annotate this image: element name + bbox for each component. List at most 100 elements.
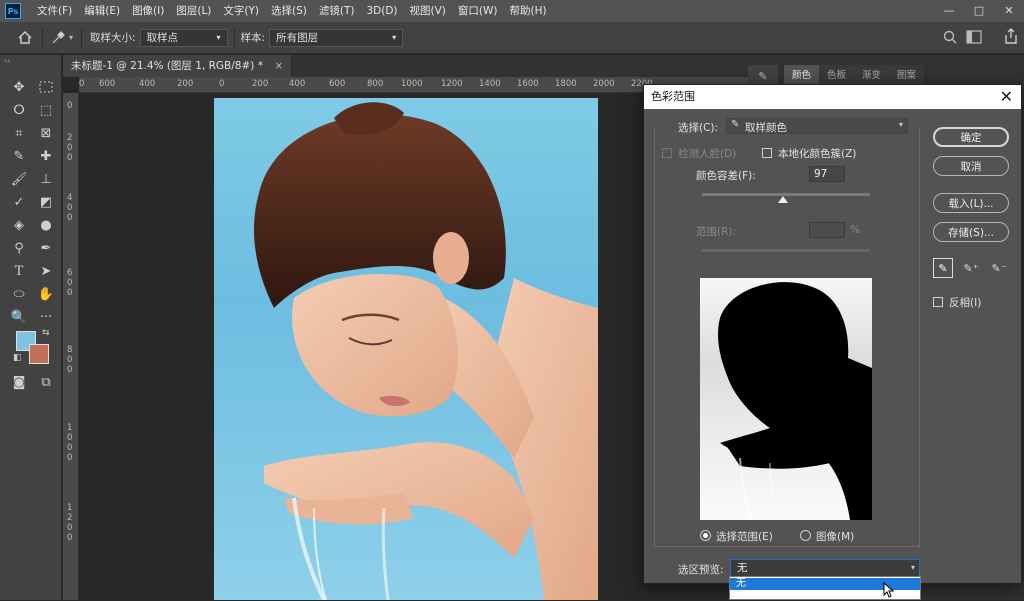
cancel-button-label: 取消	[960, 160, 982, 173]
more-tools-icon[interactable]: ···	[35, 307, 57, 327]
ruler-tick: 0	[67, 355, 73, 365]
save-button[interactable]: 存储(S)...	[933, 222, 1009, 242]
load-button[interactable]: 载入(L)...	[933, 193, 1009, 213]
ruler-tick: 0	[67, 533, 73, 543]
woman-washing-face-illustration	[254, 102, 598, 600]
vertical-ruler: 0 2 0 0 4 0 0 6 0 0 8 0 0 1 0 0 0 1 2 0 …	[63, 93, 79, 600]
type-tool-icon[interactable]: T	[8, 261, 30, 281]
eyedropper-panel-icon[interactable]: ✎	[758, 70, 767, 83]
selection-radio[interactable]	[700, 530, 711, 541]
dialog-title-bar: 色彩范围 ✕	[644, 85, 1021, 109]
menu-help[interactable]: 帮助(H)	[504, 0, 553, 22]
ruler-tick: 0	[67, 453, 73, 463]
menu-3d[interactable]: 3D(D)	[360, 0, 403, 22]
ruler-tick: 0	[79, 79, 85, 89]
menu-select[interactable]: 选择(S)	[265, 0, 313, 22]
frame-tool-icon[interactable]: ⊠	[35, 123, 57, 143]
search-icon[interactable]	[943, 30, 957, 47]
ruler-tick: 2	[67, 513, 73, 523]
document-image[interactable]	[214, 98, 598, 600]
crop-tool-icon[interactable]: ⌗	[8, 123, 30, 143]
workspace-icon[interactable]	[966, 30, 982, 47]
menu-edit[interactable]: 编辑(E)	[78, 0, 126, 22]
selection-preview-thumbnail[interactable]	[700, 278, 872, 520]
home-icon[interactable]	[16, 31, 34, 44]
path-select-tool-icon[interactable]: ➤	[35, 261, 57, 281]
sample-size-select[interactable]: 取样点 ▾	[139, 28, 228, 47]
ruler-tick: 400	[289, 79, 306, 89]
sample-select[interactable]: 所有图层 ▾	[269, 28, 404, 47]
window-controls: — □ ✕	[934, 0, 1024, 20]
ruler-tick: 8	[67, 345, 73, 355]
menu-items: 文件(F) 编辑(E) 图像(I) 图层(L) 文字(Y) 选择(S) 滤镜(T…	[31, 0, 553, 22]
mask-silhouette	[717, 282, 872, 520]
zoom-tool-icon[interactable]: 🔍	[8, 307, 30, 327]
image-radio[interactable]	[800, 530, 811, 541]
eyedropper-tool-icon[interactable]: ✎	[8, 146, 30, 166]
invert-label: 反相(I)	[949, 297, 982, 309]
invert-checkbox[interactable]	[933, 297, 943, 307]
photoshop-logo: Ps	[5, 3, 21, 19]
menu-view[interactable]: 视图(V)	[404, 0, 452, 22]
move-tool-icon[interactable]: ✥	[8, 77, 30, 97]
dropdown-option-label: 无	[736, 578, 746, 589]
add-to-sample-button[interactable]: ✎⁺	[961, 258, 981, 278]
eraser-tool-icon[interactable]: ◩	[35, 192, 57, 212]
marquee-tool-icon[interactable]	[35, 77, 57, 97]
ellipse-tool-icon[interactable]: ⬭	[8, 284, 30, 304]
lasso-tool-icon[interactable]: ⵔ	[8, 100, 30, 120]
object-select-tool-icon[interactable]: ⬚	[35, 100, 57, 120]
mouse-cursor-icon	[883, 581, 895, 601]
menu-type[interactable]: 文字(Y)	[217, 0, 265, 22]
hand-tool-icon[interactable]: ✋	[35, 284, 57, 304]
ruler-tick: 0	[67, 203, 73, 213]
quick-mask-icon[interactable]: ◙	[8, 372, 30, 392]
ruler-tick: 0	[67, 523, 73, 533]
sample-label: 样本:	[240, 32, 266, 44]
ruler-tick: 200	[252, 79, 269, 89]
cancel-button[interactable]: 取消	[933, 156, 1009, 176]
ruler-tick: 1600	[517, 79, 539, 89]
healing-brush-tool-icon[interactable]: ✚	[35, 146, 57, 166]
close-icon[interactable]: ✕	[1000, 85, 1013, 109]
paint-bucket-tool-icon[interactable]: ◈	[8, 215, 30, 235]
tools-panel: ‹‹ ✥ ⵔ ⬚ ⌗ ⊠ ✎ ✚ 🖌 ⊥ ✓ ◩ ◈ ● ⚲ ✒ T ➤ ⬭ ✋…	[0, 55, 62, 600]
screen-mode-icon[interactable]: ⧉	[35, 372, 57, 392]
save-button-label: 存储(S)...	[948, 226, 994, 239]
document-tab[interactable]: 未标题-1 @ 21.4% (图层 1, RGB/8#) * ×	[63, 55, 293, 77]
menu-layer[interactable]: 图层(L)	[170, 0, 217, 22]
maximize-button[interactable]: □	[964, 0, 994, 20]
ruler-tick: 200	[177, 79, 194, 89]
menu-image[interactable]: 图像(I)	[126, 0, 170, 22]
default-colors-icon[interactable]: ◧	[13, 353, 22, 363]
menu-file[interactable]: 文件(F)	[31, 0, 78, 22]
blur-tool-icon[interactable]: ●	[35, 215, 57, 235]
eyedropper-tool-preset-icon[interactable]: ▾	[51, 30, 73, 45]
ok-button[interactable]: 确定	[933, 127, 1009, 147]
close-window-button[interactable]: ✕	[994, 0, 1024, 20]
dodge-tool-icon[interactable]: ⚲	[8, 238, 30, 258]
ok-button-label: 确定	[960, 131, 982, 144]
minimize-button[interactable]: —	[934, 0, 964, 20]
ruler-tick: 1	[67, 503, 73, 513]
menu-window[interactable]: 窗口(W)	[452, 0, 504, 22]
share-icon[interactable]	[1004, 28, 1018, 47]
brush-tool-icon[interactable]: 🖌	[8, 169, 30, 189]
selection-preview-select[interactable]: 无 ▾	[730, 559, 920, 577]
history-brush-tool-icon[interactable]: ✓	[8, 192, 30, 212]
document-tab-title: 未标题-1 @ 21.4% (图层 1, RGB/8#) *	[71, 60, 263, 72]
ruler-tick: 400	[139, 79, 156, 89]
collapse-arrows-icon[interactable]: ‹‹	[4, 56, 10, 65]
eyedropper-button[interactable]: ✎	[933, 258, 953, 278]
subtract-from-sample-button[interactable]: ✎⁻	[989, 258, 1009, 278]
stamp-tool-icon[interactable]: ⊥	[35, 169, 57, 189]
menu-filter[interactable]: 滤镜(T)	[313, 0, 361, 22]
color-range-dialog: 色彩范围 ✕ 选择(C): ✎ 取样颜色 ▾ 检测人脸(D) 本地化颜色簇(Z)…	[643, 84, 1022, 584]
load-button-label: 载入(L)...	[948, 197, 994, 210]
swap-colors-icon[interactable]: ⇆	[42, 328, 50, 338]
pen-tool-icon[interactable]: ✒	[35, 238, 57, 258]
ruler-tick: 0	[219, 79, 225, 89]
background-color-swatch[interactable]	[29, 344, 49, 364]
close-tab-icon[interactable]: ×	[274, 60, 283, 72]
ruler-tick: 1	[67, 423, 73, 433]
